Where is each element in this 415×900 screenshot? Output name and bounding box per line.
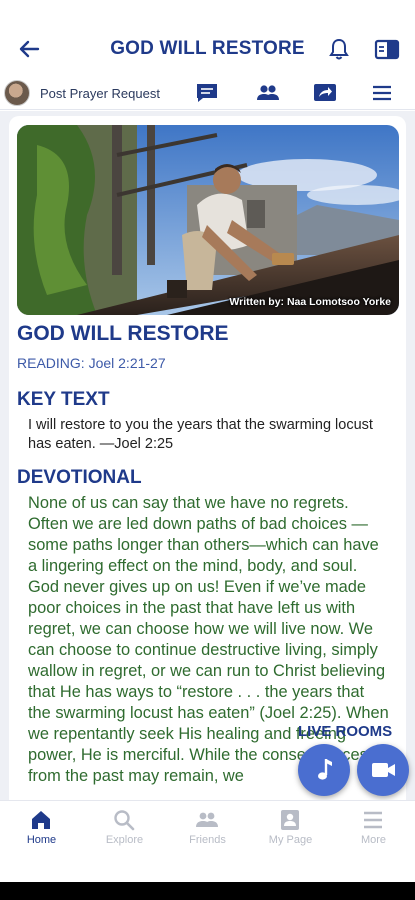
more-menu-icon: [364, 811, 382, 829]
video-camera-icon: [372, 763, 395, 777]
menu-icon: [373, 85, 391, 101]
hero-caption: Written by: Naa Lomotsoo Yorke: [229, 296, 391, 308]
side-panel-icon: [374, 39, 400, 60]
nav-my-page[interactable]: My Page: [249, 801, 332, 861]
chat-icon: [197, 84, 217, 102]
friends-icon: [196, 812, 218, 827]
share-button[interactable]: [313, 82, 337, 104]
devotional-card: Written by: Naa Lomotsoo Yorke GOD WILL …: [9, 116, 406, 816]
bell-icon: [329, 38, 349, 60]
action-subbar: Post Prayer Request: [0, 76, 415, 110]
nav-label-more: More: [360, 834, 387, 846]
menu-button[interactable]: [370, 82, 394, 104]
share-icon: [314, 84, 336, 101]
devotional-heading: DEVOTIONAL: [17, 467, 142, 488]
key-text-heading: KEY TEXT: [17, 389, 110, 410]
nav-label-friends: Friends: [189, 834, 226, 846]
hero-image: Written by: Naa Lomotsoo Yorke: [17, 125, 399, 315]
groups-button[interactable]: [255, 82, 279, 104]
avatar[interactable]: [4, 80, 30, 106]
people-icon: [257, 85, 279, 100]
chat-button[interactable]: [195, 82, 219, 104]
live-rooms-label[interactable]: LIVE ROOMS: [298, 723, 392, 740]
nav-label-explore: Explore: [105, 834, 144, 846]
search-icon: [114, 810, 135, 831]
side-panel-button[interactable]: [374, 38, 400, 62]
nav-explore[interactable]: Explore: [83, 801, 166, 861]
post-prayer-request-link[interactable]: Post Prayer Request: [40, 86, 160, 101]
music-room-button[interactable]: [298, 744, 350, 796]
nav-more[interactable]: More: [332, 801, 415, 861]
home-icon: [32, 811, 50, 829]
article-title: GOD WILL RESTORE: [17, 322, 229, 345]
nav-friends[interactable]: Friends: [166, 801, 249, 861]
reading-reference[interactable]: READING: Joel 2:21-27: [17, 355, 166, 371]
key-text-body: I will restore to you the years that the…: [28, 417, 373, 452]
notifications-button[interactable]: [326, 36, 352, 62]
nav-label-home: Home: [26, 834, 57, 846]
page-title: GOD WILL RESTORE: [110, 38, 305, 59]
hero-photo: [17, 125, 399, 315]
music-note-icon: [318, 759, 332, 780]
nav-label-my-page: My Page: [268, 834, 313, 846]
system-navigation-bar: [0, 882, 415, 900]
video-room-button[interactable]: [357, 744, 409, 796]
devotional-body: None of us can say that we have no regre…: [28, 494, 389, 785]
profile-card-icon: [281, 810, 299, 830]
bottom-navigation: Home Explore Friends My Page More: [0, 800, 415, 882]
nav-home[interactable]: Home: [0, 801, 83, 861]
